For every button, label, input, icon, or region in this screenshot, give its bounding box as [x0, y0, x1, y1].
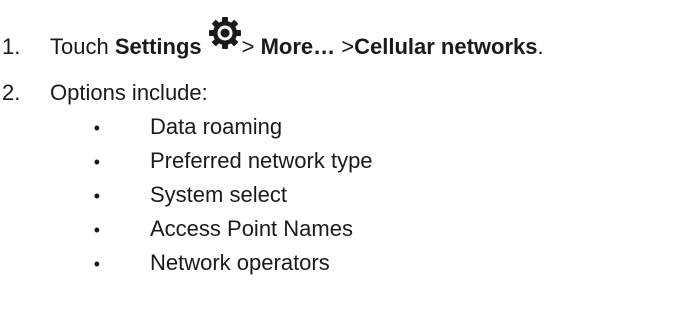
more-label: More… [260, 34, 336, 59]
list-item: • Access Point Names [0, 216, 373, 250]
separator-arrow: > [241, 34, 261, 59]
step-1: 1. Touch Settings > More… >Cellular netwo… [0, 17, 544, 60]
options-list: • Data roaming • Preferred network type • S… [0, 114, 373, 284]
step-number: 1. [2, 34, 21, 59]
gear-icon [208, 16, 242, 50]
settings-label: Settings [114, 34, 202, 59]
separator-arrow: > [335, 34, 355, 59]
instructions-document: 1. Touch Settings > More… >Cellular netwo… [0, 0, 700, 319]
bullet-icon: • [93, 220, 100, 240]
option-label: Preferred network type [150, 148, 373, 173]
bullet-icon: • [93, 152, 100, 172]
step-text-options: Options include: [50, 80, 208, 105]
step-end-period: . [537, 34, 544, 59]
cellular-networks-label: Cellular networks [354, 34, 538, 59]
bullet-icon: • [93, 186, 100, 206]
step-text-touch: Touch [50, 34, 115, 59]
list-item: • Network operators [0, 250, 373, 284]
bullet-icon: • [93, 118, 100, 138]
step-2: 2. Options include: [0, 80, 208, 106]
list-item: • System select [0, 182, 373, 216]
option-label: Data roaming [150, 114, 283, 139]
bullet-icon: • [93, 254, 100, 274]
step-number: 2. [2, 80, 21, 105]
option-label: Network operators [150, 250, 330, 275]
list-item: • Preferred network type [0, 148, 373, 182]
option-label: System select [150, 182, 287, 207]
list-item: • Data roaming [0, 114, 373, 148]
option-label: Access Point Names [150, 216, 353, 241]
